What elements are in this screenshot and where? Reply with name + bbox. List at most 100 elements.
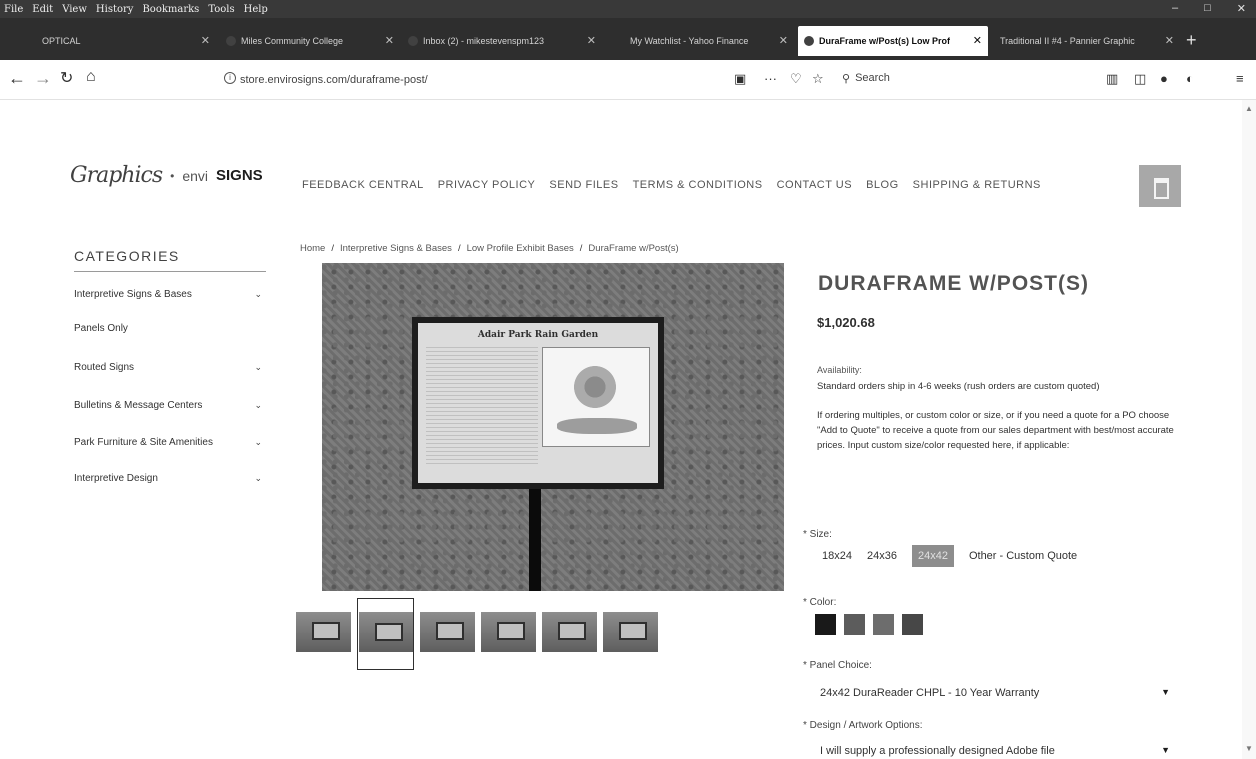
logo-signs: SIGNS <box>216 167 263 184</box>
forward-arrow-icon[interactable]: → <box>34 68 52 89</box>
url-field[interactable]: store.envirosigns.com/duraframe-post/ <box>240 74 428 86</box>
tab-traditional[interactable]: Traditional II #4 - Pannier Graphic ✕ <box>994 26 1180 56</box>
nav-blog[interactable]: BLOG <box>866 179 899 191</box>
reader-view-icon[interactable]: ▣ <box>734 71 746 87</box>
tab-duraframe[interactable]: DuraFrame w/Post(s) Low Prof ✕ <box>798 26 988 56</box>
sidebar-item-panels-only[interactable]: Panels Only <box>74 323 262 334</box>
product-thumbnail[interactable] <box>296 612 351 652</box>
maximize-icon[interactable]: □ <box>1204 2 1211 15</box>
size-option-24x36[interactable]: 24x36 <box>867 550 897 562</box>
color-swatch[interactable] <box>844 614 865 635</box>
minimize-icon[interactable]: – <box>1172 2 1178 15</box>
site-info-icon[interactable]: i <box>224 72 236 84</box>
dropdown-arrow-icon: ▼ <box>1161 745 1170 755</box>
design-options-label: * Design / Artwork Options: <box>803 720 923 731</box>
menu-bookmarks[interactable]: Bookmarks <box>142 4 199 15</box>
chevron-down-icon[interactable]: ⌄ <box>254 437 262 448</box>
menu-edit[interactable]: Edit <box>32 4 53 15</box>
sign-title: Adair Park Rain Garden <box>477 330 599 340</box>
product-main-image[interactable]: Adair Park Rain Garden <box>322 263 784 591</box>
sign-post <box>529 485 541 591</box>
color-swatch[interactable] <box>815 614 836 635</box>
logo-separator: • <box>170 168 175 183</box>
sidebar-icon[interactable]: ◫ <box>1134 71 1146 87</box>
menu-help[interactable]: Help <box>244 4 268 15</box>
product-thumbnail-selected[interactable] <box>357 598 414 670</box>
close-tab-icon[interactable]: ✕ <box>779 34 788 47</box>
menu-tools[interactable]: Tools <box>208 4 234 15</box>
product-thumbnail[interactable] <box>603 612 658 652</box>
product-thumbnail[interactable] <box>420 612 475 652</box>
site-logo[interactable]: Graphics • envi SIGNS <box>70 163 263 188</box>
sidebar-item-bulletins[interactable]: Bulletins & Message Centers ⌄ <box>74 400 262 411</box>
home-icon[interactable]: ⌂ <box>86 68 96 86</box>
reload-icon[interactable]: ↻ <box>60 68 73 88</box>
nav-send-files[interactable]: SEND FILES <box>549 179 618 191</box>
chevron-down-icon[interactable]: ⌄ <box>254 400 262 411</box>
search-icon: ⚲ <box>842 73 851 85</box>
breadcrumb-low-profile-bases[interactable]: Low Profile Exhibit Bases <box>467 243 574 254</box>
tab-watchlist[interactable]: My Watchlist - Yahoo Finance ✕ <box>624 26 794 56</box>
sidebar-item-label: Interpretive Signs & Bases <box>74 289 192 300</box>
size-option-custom[interactable]: Other - Custom Quote <box>969 550 1077 562</box>
sidebar-item-park-furniture[interactable]: Park Furniture & Site Amenities ⌄ <box>74 437 262 448</box>
account-icon[interactable]: ◐ <box>1186 71 1194 86</box>
scroll-down-icon[interactable]: ▼ <box>1245 744 1253 753</box>
search-box[interactable]: ⚲ Search <box>842 72 890 85</box>
panel-choice-select[interactable]: 24x42 DuraReader CHPL - 10 Year Warranty… <box>820 687 1170 699</box>
page-actions-icon[interactable]: ··· <box>764 71 777 86</box>
nav-privacy-policy[interactable]: PRIVACY POLICY <box>438 179 536 191</box>
color-swatches <box>815 614 923 635</box>
back-arrow-icon[interactable]: ← <box>8 68 26 89</box>
chevron-down-icon[interactable]: ⌄ <box>254 362 262 373</box>
menu-view[interactable]: View <box>62 4 87 15</box>
menu-file[interactable]: File <box>4 4 23 15</box>
breadcrumb-home[interactable]: Home <box>300 243 325 254</box>
sidebar-item-interpretive-design[interactable]: Interpretive Design ⌄ <box>74 473 262 484</box>
design-options-value: I will supply a professionally designed … <box>820 745 1055 757</box>
size-option-18x24[interactable]: 18x24 <box>822 550 852 562</box>
chevron-down-icon[interactable]: ⌄ <box>254 473 262 484</box>
tab-inbox[interactable]: Inbox (2) - mikestevenspm123 ✕ <box>402 26 602 56</box>
close-tab-icon[interactable]: ✕ <box>385 34 394 47</box>
breadcrumb-interpretive-signs[interactable]: Interpretive Signs & Bases <box>340 243 452 254</box>
nav-shipping-returns[interactable]: SHIPPING & RETURNS <box>913 179 1041 191</box>
page-scrollbar[interactable]: ▲ ▼ <box>1242 100 1256 759</box>
nav-feedback-central[interactable]: FEEDBACK CENTRAL <box>302 179 424 191</box>
close-tab-icon[interactable]: ✕ <box>973 34 982 47</box>
close-window-icon[interactable]: ✕ <box>1237 2 1246 15</box>
nav-terms-conditions[interactable]: TERMS & CONDITIONS <box>633 179 763 191</box>
sign-text-block <box>426 347 538 467</box>
logo-envi: envi <box>182 167 208 184</box>
product-thumbnail[interactable] <box>542 612 597 652</box>
breadcrumb: Home / Interpretive Signs & Bases / Low Pr… <box>300 243 679 254</box>
pocket-icon[interactable]: ♡ <box>790 71 802 87</box>
tab-optical[interactable]: OPTICAL ✕ <box>36 26 216 56</box>
sidebar-item-routed-signs[interactable]: Routed Signs ⌄ <box>74 362 262 373</box>
bookmark-star-icon[interactable]: ☆ <box>812 71 824 87</box>
hamburger-menu-icon[interactable]: ≡ <box>1236 71 1244 86</box>
sidebar-item-label: Routed Signs <box>74 362 135 373</box>
close-tab-icon[interactable]: ✕ <box>201 34 210 47</box>
sidebar-item-interpretive-signs[interactable]: Interpretive Signs & Bases ⌄ <box>74 289 262 300</box>
close-tab-icon[interactable]: ✕ <box>1165 34 1174 47</box>
thumbnail-strip <box>296 598 658 670</box>
mail-favicon-icon <box>408 36 418 46</box>
tab-miles-college[interactable]: Miles Community College ✕ <box>220 26 400 56</box>
menu-history[interactable]: History <box>96 4 134 15</box>
color-swatch[interactable] <box>902 614 923 635</box>
close-tab-icon[interactable]: ✕ <box>587 34 596 47</box>
scroll-up-icon[interactable]: ▲ <box>1245 104 1253 113</box>
color-swatch[interactable] <box>873 614 894 635</box>
dropdown-arrow-icon: ▼ <box>1161 687 1170 697</box>
size-option-24x42[interactable]: 24x42 <box>911 545 954 567</box>
extension-icon[interactable]: ● <box>1160 71 1168 86</box>
new-tab-icon[interactable]: + <box>1186 30 1197 51</box>
nav-contact-us[interactable]: CONTACT US <box>777 179 853 191</box>
product-description: If ordering multiples, or custom color o… <box>817 410 1174 451</box>
product-thumbnail[interactable] <box>481 612 536 652</box>
library-icon[interactable]: ▥ <box>1106 71 1118 87</box>
chevron-down-icon[interactable]: ⌄ <box>254 289 262 300</box>
design-options-select[interactable]: I will supply a professionally designed … <box>820 745 1170 757</box>
cart-icon[interactable] <box>1139 165 1181 207</box>
